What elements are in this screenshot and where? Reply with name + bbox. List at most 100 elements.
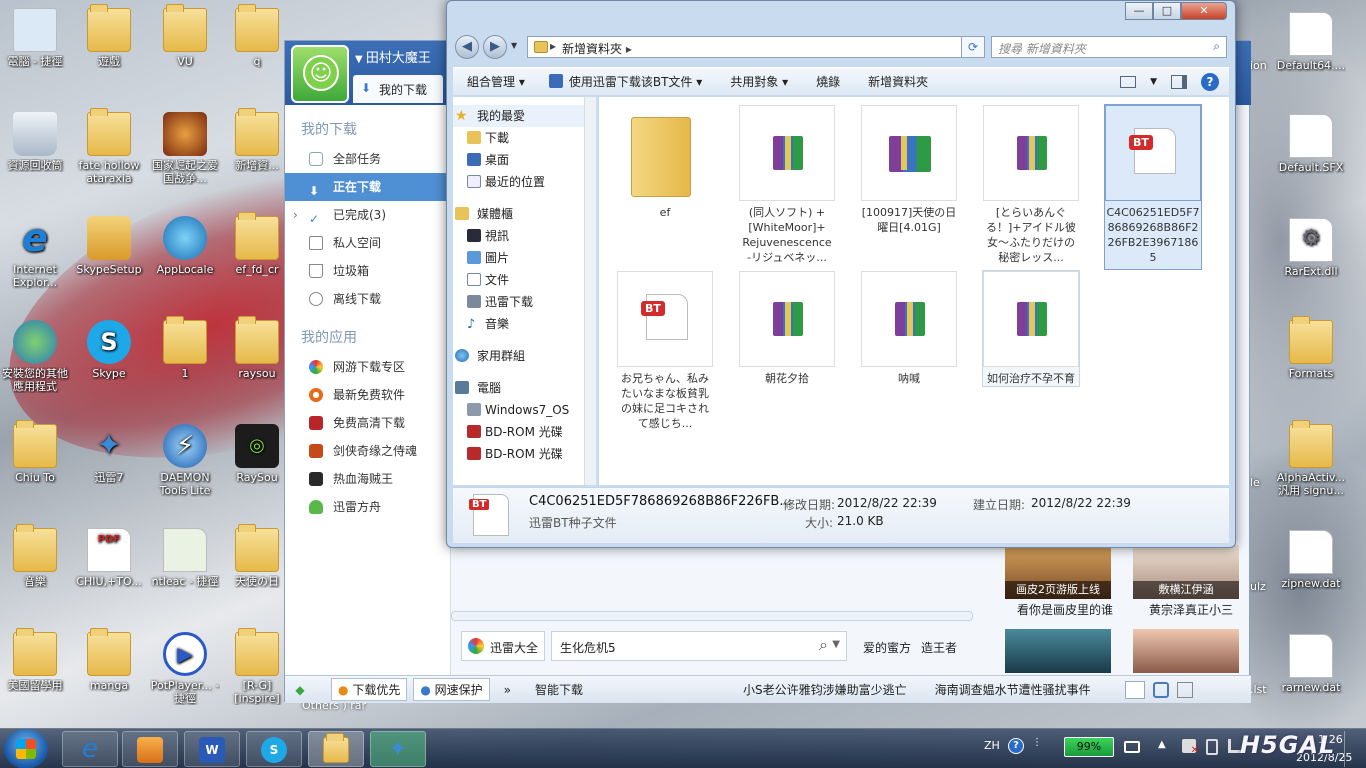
- desktop-icon-folder[interactable]: 遊戲: [74, 4, 144, 68]
- nav-item-videos[interactable]: 視訊: [453, 225, 596, 247]
- file-item-bt-selected[interactable]: BT C4C06251ED5F786869268B86F226FB2E39671…: [1104, 104, 1202, 270]
- desktop-icon-folder[interactable]: [R-G] [inspire]: [222, 628, 292, 705]
- app-item[interactable]: 免费高清下载: [285, 409, 450, 437]
- file-item-rar[interactable]: (同人ソフト) +[WhiteMoor]+ Rejuvenescence -リジ…: [739, 105, 835, 265]
- show-desktop-button[interactable]: [1344, 731, 1364, 767]
- file-item-rar[interactable]: [100917]天使の日曜日[4.01G]: [861, 105, 957, 235]
- file-item-rar[interactable]: [とらいあんぐる！]+アイドル彼女～ふたりだけの秘密レッス...: [983, 105, 1079, 265]
- app-item[interactable]: 迅雷方舟: [285, 493, 450, 521]
- desktop-icon-daemon-tools[interactable]: ⚡ DAEMON Tools Lite: [150, 424, 220, 497]
- app-item[interactable]: 最新免费软件: [285, 381, 450, 409]
- file-item-bt[interactable]: BT お兄ちゃん、私みたいなまな板貧乳の妹に足コキされて感じち...: [617, 271, 713, 431]
- desktop-icon-file[interactable]: zipnew.dat: [1276, 530, 1346, 590]
- desktop-icon-folder[interactable]: q: [222, 4, 292, 68]
- action-center-icon[interactable]: ✕: [1182, 739, 1199, 756]
- ad-thumbnail[interactable]: 画皮2页游版上线: [1005, 545, 1111, 599]
- preview-pane-icon[interactable]: [1171, 74, 1187, 89]
- desktop-icon-folder[interactable]: manga: [74, 628, 144, 692]
- refresh-icon[interactable]: ⟳: [961, 36, 985, 58]
- nav-item-drive[interactable]: Windows7_OS: [453, 399, 596, 421]
- ad-thumbnail[interactable]: 敷横江伊涵: [1133, 545, 1239, 599]
- nav-item-documents[interactable]: 文件: [453, 269, 596, 291]
- view-options-icon[interactable]: [1120, 75, 1137, 88]
- desktop-icon-folder[interactable]: 1: [150, 316, 220, 380]
- desktop-icon-potplayer[interactable]: ▶ PotPlayer... - 捷徑: [150, 632, 220, 705]
- file-item-folder[interactable]: ef: [617, 105, 713, 220]
- search-icon[interactable]: ⌕: [1213, 39, 1220, 54]
- user-name[interactable]: ▼ 田村大魔王: [355, 47, 431, 66]
- nav-item-downloads[interactable]: 下載: [453, 127, 596, 149]
- nav-item-thunder-download[interactable]: 迅雷下载: [453, 291, 596, 313]
- breadcrumb[interactable]: 新增資料夾: [562, 42, 622, 56]
- leaf-icon[interactable]: ◆: [285, 683, 315, 697]
- new-folder-button[interactable]: 新增資料夾: [854, 73, 942, 90]
- battery-meter[interactable]: 99%: [1064, 737, 1114, 757]
- desktop-icon-folder[interactable]: 美國留學用: [0, 628, 70, 692]
- file-item-rar[interactable]: 呐喊: [861, 271, 957, 386]
- desktop-icon-music[interactable]: 音樂: [0, 524, 70, 588]
- nav-item-recent[interactable]: 最近的位置: [453, 171, 596, 193]
- desktop-icon-pdf[interactable]: PDF CHIU,+TO...: [74, 528, 144, 588]
- language-indicator[interactable]: ZH: [984, 739, 1000, 752]
- taskbar-skype[interactable]: S: [246, 731, 302, 767]
- desktop-icon-thunder[interactable]: ✦ 迅雷7: [74, 424, 144, 484]
- desktop-icon-file[interactable]: Default64....: [1276, 12, 1346, 72]
- desktop-icon-folder[interactable]: 新增資...: [222, 108, 292, 172]
- ime-options-icon[interactable]: ⋮: [1032, 737, 1042, 748]
- sidebar-item-trash[interactable]: 垃圾箱: [285, 257, 450, 285]
- desktop-icon-dll[interactable]: ⚙ RarExt.dll: [1276, 218, 1346, 278]
- dropdown-arrow-icon[interactable]: ▼: [832, 639, 840, 650]
- thunder-search-input[interactable]: 生化危机5 ▼: [551, 631, 847, 661]
- desktop-icon-folder[interactable]: 天使の日: [222, 524, 292, 588]
- back-button[interactable]: ◀: [455, 35, 479, 59]
- nav-libraries[interactable]: 媒體櫃: [453, 203, 596, 225]
- history-dropdown-icon[interactable]: ▼: [511, 41, 517, 50]
- hot-link[interactable]: 爱的蜜方: [863, 639, 911, 656]
- desktop-icon-file[interactable]: rarnew.dat: [1276, 634, 1346, 694]
- nav-computer[interactable]: 電腦: [453, 377, 596, 399]
- desktop-icon-install-programs[interactable]: 安裝您的其他應用程式: [0, 320, 70, 393]
- news-link[interactable]: 小S老公许雅钧涉嫌助富少逃亡: [743, 681, 907, 698]
- taskbar-media[interactable]: [122, 731, 178, 767]
- desktop-icon-skype[interactable]: S Skype: [74, 320, 144, 380]
- desktop-icon-folder[interactable]: Chiu To: [0, 420, 70, 484]
- nav-item-bdrom[interactable]: BD-ROM 光碟: [453, 421, 596, 443]
- desktop-icon-skype-setup[interactable]: SkypeSetup: [74, 216, 144, 276]
- ad-caption[interactable]: 黄宗泽真正小三: [1131, 601, 1251, 618]
- horizontal-scrollbar[interactable]: [451, 611, 973, 621]
- nav-item-bdrom[interactable]: BD-ROM 光碟: [453, 443, 596, 465]
- device-icon[interactable]: [1206, 739, 1218, 755]
- desktop-icon-folder[interactable]: raysou: [222, 316, 292, 380]
- sidebar-item-private-space[interactable]: 私人空间: [285, 229, 450, 257]
- forward-button[interactable]: ▶: [483, 35, 507, 59]
- address-input[interactable]: ▸ 新增資料夾 ▸ ▼: [527, 36, 977, 58]
- nav-item-pictures[interactable]: 圖片: [453, 247, 596, 269]
- desktop-icon-folder[interactable]: VU: [150, 4, 220, 68]
- desktop-icon-computer[interactable]: 電腦 - 捷徑: [0, 8, 70, 68]
- nav-item-desktop[interactable]: 桌面: [453, 149, 596, 171]
- organize-button[interactable]: 組合管理 ▾: [453, 73, 539, 90]
- avatar[interactable]: ☺: [291, 45, 349, 103]
- desktop-icon-internet-explorer[interactable]: e Internet Explor...: [0, 216, 70, 289]
- share-button[interactable]: 共用對象 ▾: [716, 73, 802, 90]
- desktop-icon-recycle-bin[interactable]: 資源回收筒: [0, 112, 70, 172]
- view-dropdown-icon[interactable]: ▼: [1150, 77, 1157, 87]
- close-button[interactable]: ✕: [1181, 2, 1227, 20]
- nav-homegroup[interactable]: 家用群組: [453, 345, 596, 367]
- chart-icon[interactable]: [1176, 681, 1193, 698]
- ad-thumbnail[interactable]: [1005, 629, 1111, 673]
- more-button[interactable]: »: [504, 683, 511, 697]
- search-input[interactable]: 搜尋 新增資料夾 ⌕: [991, 36, 1227, 58]
- smart-download-toggle[interactable]: 智能下载: [535, 681, 583, 698]
- search-icon[interactable]: ⌕: [819, 635, 828, 655]
- battery-icon[interactable]: [1124, 741, 1140, 753]
- ad-thumbnail[interactable]: [1133, 629, 1239, 673]
- help-icon[interactable]: ?: [1008, 738, 1024, 754]
- breadcrumb-separator-icon[interactable]: ▸: [550, 39, 556, 53]
- start-button[interactable]: [4, 729, 48, 768]
- taskbar-thunder[interactable]: ✦: [370, 731, 426, 767]
- sidebar-item-downloading[interactable]: ⬇ 正在下载: [285, 173, 450, 201]
- desktop-icon-folder[interactable]: ef_fd_cr: [222, 212, 292, 276]
- file-item-rar-hover[interactable]: 如何治疗不孕不育: [982, 270, 1080, 387]
- sidebar-item-completed[interactable]: › ✓ 已完成(3): [285, 201, 450, 229]
